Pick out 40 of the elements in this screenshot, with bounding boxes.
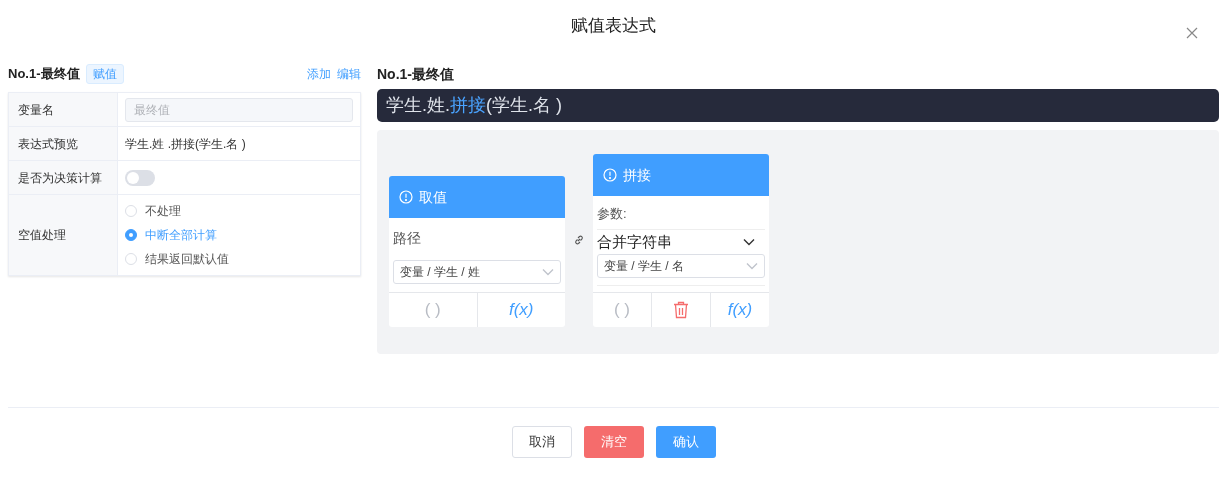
type-tag: 赋值 [85, 64, 124, 84]
card-title: 取值 [419, 187, 447, 207]
action-link[interactable]: 编辑 [337, 65, 361, 83]
radio-label[interactable]: 中断全部计算 [145, 226, 217, 244]
link-icon [573, 234, 585, 246]
close-button[interactable] [1185, 26, 1199, 40]
trash-icon [673, 301, 689, 319]
chevron-icon [542, 268, 554, 276]
chevron-icon [746, 262, 758, 270]
row-label-cell: 变量名 [9, 93, 117, 126]
dialog-title: 赋值表达式 [571, 15, 656, 38]
function-button[interactable]: f(x) [710, 293, 769, 327]
info-icon [399, 190, 413, 204]
method-select[interactable]: 合并字符串 [597, 230, 765, 254]
close-icon [1186, 27, 1198, 39]
path-select[interactable]: 变量 / 学生 / 名 [597, 254, 765, 278]
field-label: 参数: [597, 204, 765, 230]
card-title: 拼接 [623, 165, 651, 185]
expression-text: 学生.姓.拼接(学生.名 ) [386, 94, 562, 117]
parentheses-button[interactable]: ( ) [389, 293, 477, 327]
action-link[interactable]: 添加 [307, 65, 331, 83]
expression-preview: 学生.姓 .拼接(学生.名 ) [125, 135, 246, 153]
row-label-cell: 空值处理 [9, 195, 117, 275]
function-button[interactable]: f(x) [476, 293, 565, 327]
path-select[interactable]: 变量 / 学生 / 姓 [393, 260, 561, 284]
dialog-button[interactable]: 取消 [511, 426, 572, 458]
radio-label[interactable]: 结果返回默认值 [145, 250, 229, 268]
field-label: 路径 [393, 229, 422, 248]
radio-button[interactable] [125, 229, 137, 241]
dialog-button[interactable]: 确认 [655, 426, 716, 458]
info-icon [603, 168, 617, 182]
toggle-switch[interactable] [125, 169, 155, 186]
section-title: No.1-最终值 [8, 65, 80, 84]
radio-label[interactable]: 不处理 [145, 202, 181, 220]
row-label-cell: 是否为决策计算 [9, 161, 117, 194]
parentheses-button[interactable]: ( ) [593, 293, 651, 327]
row-label-cell: 表达式预览 [9, 127, 117, 160]
section-title: No.1-最终值 [377, 64, 454, 84]
chevron-icon [743, 238, 755, 246]
dialog-button[interactable]: 清空 [583, 426, 644, 458]
